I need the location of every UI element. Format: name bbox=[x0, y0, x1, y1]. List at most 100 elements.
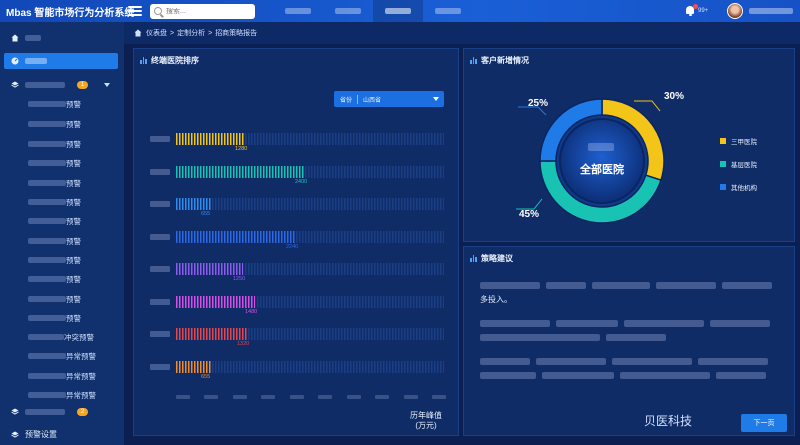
gauge-icon bbox=[11, 57, 19, 65]
submenu-item[interactable]: 预警 bbox=[28, 293, 81, 305]
submenu-item[interactable]: 预警 bbox=[28, 235, 81, 247]
layers-icon bbox=[11, 431, 19, 438]
panel-title: 终端医院排序 bbox=[140, 55, 199, 66]
ranking-bar[interactable] bbox=[176, 165, 305, 178]
ranking-track bbox=[176, 198, 444, 210]
bar-chart-icon bbox=[140, 57, 148, 64]
breadcrumb-current: 招商策略报告 bbox=[215, 30, 258, 37]
ranking-hospital-name bbox=[150, 331, 170, 337]
search-input[interactable] bbox=[166, 7, 251, 15]
submenu-item[interactable]: 预警 bbox=[28, 215, 81, 227]
legend-item: 基层医院 bbox=[720, 158, 757, 169]
ranking-bar[interactable] bbox=[176, 295, 255, 308]
ranking-bar[interactable] bbox=[176, 198, 211, 210]
top-bar: Mbas 智能市场行为分析系统 bbox=[0, 0, 800, 22]
ranking-hospital-name bbox=[150, 233, 170, 240]
sidebar: 1 预警 预警 预警 预警 预警 预警 预警 预警 预警 预警 预警 预警 冲突… bbox=[0, 22, 124, 445]
submenu-item[interactable]: 异常预警 bbox=[28, 350, 96, 362]
sidebar-item-custom-analysis[interactable] bbox=[4, 53, 118, 69]
ranking-row: 655 bbox=[148, 360, 448, 380]
submenu-item[interactable]: 预警 bbox=[28, 98, 81, 110]
breadcrumb-separator: > bbox=[170, 29, 175, 37]
ranking-value-label: 2240 bbox=[286, 243, 299, 250]
sidebar-item-home[interactable] bbox=[4, 30, 118, 46]
top-nav-tab[interactable] bbox=[323, 0, 373, 22]
top-nav-tabs bbox=[273, 0, 473, 22]
sidebar-item-alerts[interactable]: 1 bbox=[4, 77, 118, 93]
submenu-item[interactable]: 预警 bbox=[28, 118, 81, 130]
user-name[interactable] bbox=[749, 8, 793, 14]
ranking-hospital-name bbox=[150, 168, 170, 175]
submenu-item[interactable]: 预警 bbox=[28, 273, 81, 285]
breadcrumb: 仪表盘 > 定制分析 > 招商策略报告 bbox=[124, 22, 800, 44]
ranking-value-label: 1250 bbox=[233, 276, 246, 282]
company-brand: 贝医科技 bbox=[644, 414, 693, 428]
home-icon[interactable] bbox=[134, 29, 142, 37]
group-count-badge: 2 bbox=[77, 408, 88, 416]
customer-growth-panel: 客户新增情况 全部医院 30% 45% 25% 三甲医院 基层医院 其他机构 bbox=[463, 48, 795, 242]
submenu-item[interactable]: 预警 bbox=[28, 312, 81, 324]
submenu-item[interactable]: 预警 bbox=[28, 138, 81, 150]
submenu-item[interactable]: 预警 bbox=[28, 177, 81, 189]
submenu-item[interactable]: 预警 bbox=[28, 254, 81, 266]
top-nav-tab-active[interactable] bbox=[373, 0, 423, 22]
province-select[interactable]: 省份 山西省 bbox=[334, 91, 444, 107]
x-axis-ticks bbox=[176, 395, 446, 399]
ranking-hospital-name bbox=[150, 136, 170, 142]
province-select-label: 省份 bbox=[340, 97, 353, 104]
search-icon bbox=[154, 7, 162, 15]
ranking-row: 655 bbox=[148, 198, 448, 217]
ranking-row: 1280 bbox=[148, 133, 448, 152]
ranking-value-label: 1320 bbox=[237, 341, 250, 347]
ranking-value-label: 655 bbox=[201, 211, 211, 217]
pct-label-primary: 45% bbox=[519, 209, 540, 220]
panel-title: 策略建议 bbox=[470, 253, 513, 264]
ranking-value-label: 2400 bbox=[295, 178, 308, 185]
sidebar-item-alert-settings[interactable]: 预警设置 bbox=[11, 429, 57, 440]
ranking-value-label: 1480 bbox=[245, 308, 258, 315]
chevron-down-icon bbox=[433, 97, 439, 101]
advice-visible-text: 多投入。 bbox=[480, 295, 512, 304]
menu-toggle-icon[interactable] bbox=[128, 6, 142, 16]
pct-label-other: 25% bbox=[528, 98, 549, 109]
breadcrumb-separator: > bbox=[208, 29, 213, 37]
alert-settings-label: 预警设置 bbox=[25, 430, 57, 439]
donut-legend: 三甲医院 基层医院 其他机构 bbox=[720, 135, 757, 204]
top-nav-tab[interactable] bbox=[423, 0, 473, 22]
notification-count: 99+ bbox=[698, 8, 709, 14]
top-nav-tab[interactable] bbox=[273, 0, 323, 22]
sidebar-item-group[interactable]: 2 bbox=[4, 404, 118, 420]
next-page-button[interactable]: 下一页 bbox=[741, 414, 787, 432]
legend-item: 三甲医院 bbox=[720, 135, 757, 146]
search-box[interactable] bbox=[150, 3, 255, 19]
submenu-item[interactable]: 冲突预警 bbox=[28, 331, 94, 343]
submenu-item[interactable]: 异常预警 bbox=[28, 389, 96, 401]
breadcrumb-dashboard[interactable]: 仪表盘 bbox=[146, 28, 167, 38]
bar-chart-icon bbox=[470, 255, 478, 262]
submenu-item[interactable]: 预警 bbox=[28, 196, 81, 208]
strategy-advice-panel: 策略建议 多投入。 贝医科技 下一页 bbox=[463, 246, 795, 436]
ranking-hospital-name bbox=[150, 363, 170, 370]
legend-item: 其他机构 bbox=[720, 181, 757, 192]
submenu-item[interactable]: 异常预警 bbox=[28, 370, 96, 382]
app-title: Mbas 智能市场行为分析系统 bbox=[6, 7, 135, 19]
ranking-bar[interactable] bbox=[176, 328, 247, 340]
ranking-hospital-name bbox=[150, 266, 170, 272]
alert-count-badge: 1 bbox=[77, 81, 88, 89]
ranking-track bbox=[176, 360, 444, 373]
breadcrumb-custom-analysis[interactable]: 定制分析 bbox=[177, 28, 205, 38]
bell-icon[interactable] bbox=[685, 4, 698, 16]
province-select-value: 山西省 bbox=[363, 97, 382, 104]
ranking-bar[interactable] bbox=[176, 230, 296, 243]
submenu-item[interactable]: 预警 bbox=[28, 157, 81, 169]
ranking-bar[interactable] bbox=[176, 133, 245, 145]
ranking-bar[interactable] bbox=[176, 360, 211, 373]
ranking-row: 2240 bbox=[148, 230, 448, 250]
hospital-ranking-panel: 终端医院排序 省份 山西省 1280 2400 655 2240 1250 1480 132… bbox=[133, 48, 459, 436]
chevron-down-icon[interactable] bbox=[104, 83, 110, 87]
home-icon bbox=[11, 34, 19, 42]
peak-label: 历年峰值 (万元) bbox=[410, 411, 442, 430]
ranking-hospital-name bbox=[150, 201, 170, 207]
avatar[interactable] bbox=[727, 3, 743, 19]
ranking-bar[interactable] bbox=[176, 263, 243, 275]
